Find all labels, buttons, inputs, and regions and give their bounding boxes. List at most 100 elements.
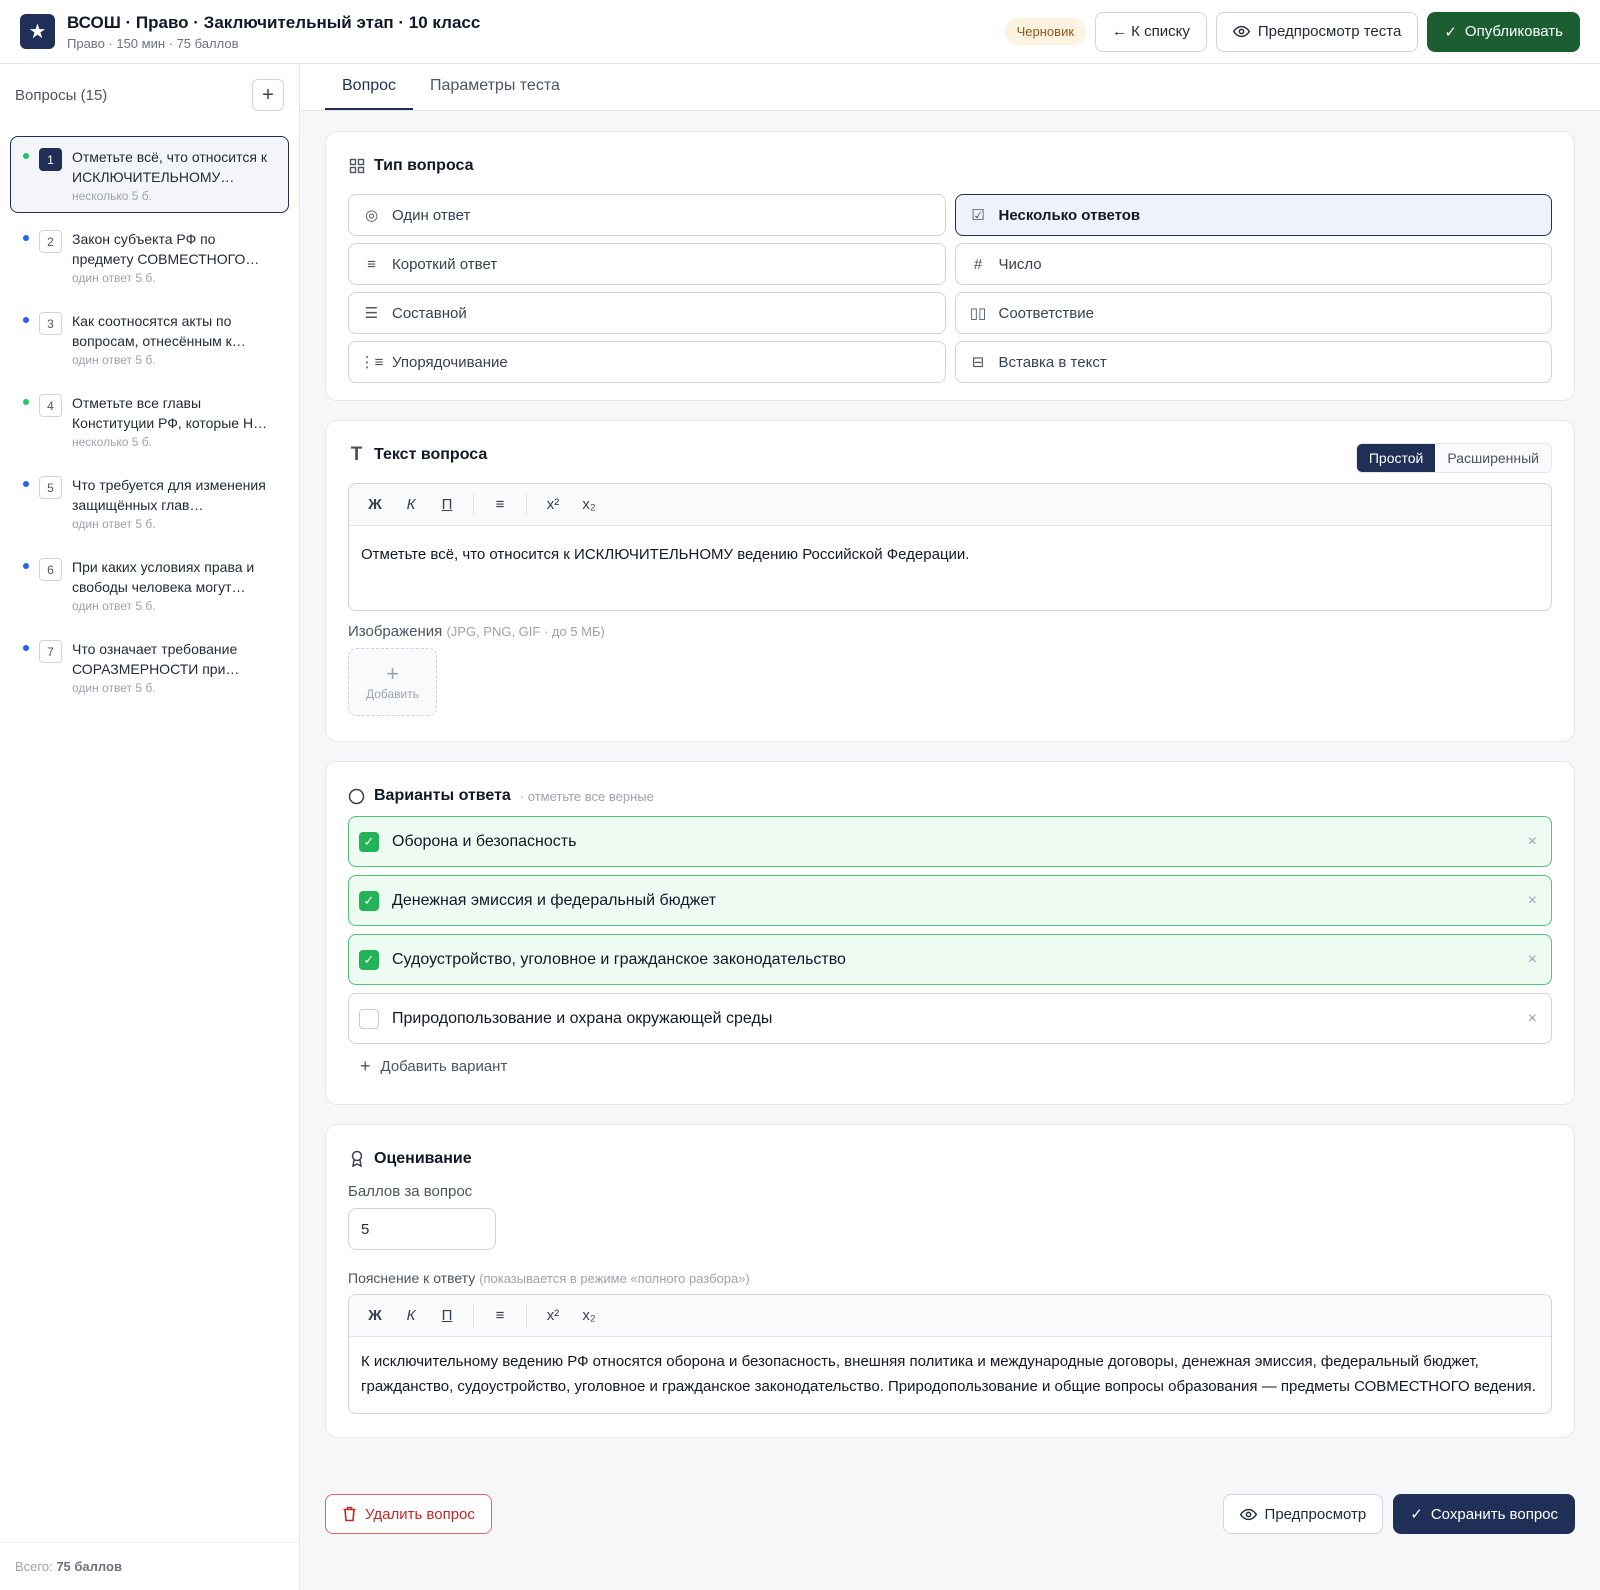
- question-type-icon: ⋮≡: [359, 354, 384, 371]
- editor-toolbar: Ж К П ≡ x² x₂: [349, 484, 1551, 526]
- question-text-content[interactable]: Отметьте всё, что относится к ИСКЛЮЧИТЕЛ…: [349, 526, 1551, 583]
- question-list-item[interactable]: 5 Что требуется для изменения защищённых …: [10, 464, 289, 541]
- superscript-button[interactable]: x²: [537, 491, 569, 519]
- question-list-item[interactable]: 4 Отметьте все главы Конституции РФ, кото…: [10, 382, 289, 459]
- footer-right-actions: Предпросмотр ✓ Сохранить вопрос: [1222, 1494, 1575, 1534]
- add-question-button[interactable]: +: [252, 79, 284, 111]
- toolbar-divider: [473, 492, 474, 517]
- sidebar-total: Всего: 75 баллов: [0, 1542, 299, 1590]
- question-type-option[interactable]: ⊟ Вставка в текст: [954, 341, 1552, 383]
- points-input[interactable]: 5: [348, 1208, 496, 1250]
- bold-button[interactable]: Ж: [359, 491, 391, 519]
- question-preview-text: Что требуется для изменения защищённых г…: [72, 477, 266, 513]
- question-type-option[interactable]: # Число: [954, 243, 1552, 285]
- explanation-content[interactable]: К исключительному ведению РФ относятся о…: [349, 1337, 1551, 1413]
- subscript-button[interactable]: x₂: [573, 1302, 605, 1330]
- images-hint: (JPG, PNG, GIF · до 5 МБ): [446, 624, 605, 639]
- answer-option-text[interactable]: Денежная эмиссия и федеральный бюджет: [392, 892, 716, 910]
- answer-option-text[interactable]: Оборона и безопасность: [392, 833, 576, 851]
- underline-button[interactable]: П: [431, 1302, 463, 1330]
- question-type-option[interactable]: ≡ Короткий ответ: [348, 243, 946, 285]
- remove-option-icon[interactable]: ×: [1528, 833, 1537, 851]
- status-dot: [23, 563, 29, 569]
- mode-simple-button[interactable]: Простой: [1356, 444, 1436, 472]
- add-image-button[interactable]: + Добавить: [348, 648, 437, 716]
- preview-test-button[interactable]: Предпросмотр теста: [1215, 11, 1419, 52]
- status-dot: [23, 399, 29, 405]
- plus-icon: +: [360, 1056, 371, 1076]
- explanation-label-text: Пояснение к ответу: [348, 1270, 476, 1286]
- question-list-item[interactable]: 7 Что означает требование СОРАЗМЕРНОСТИ п…: [10, 628, 289, 705]
- add-option-button[interactable]: + Добавить вариант: [348, 1056, 1552, 1077]
- question-meta: один ответ 5 б.: [72, 681, 156, 695]
- preview-question-label: Предпросмотр: [1264, 1505, 1367, 1523]
- eye-icon: [1232, 25, 1250, 38]
- question-type-option[interactable]: ▯▯ Соответствие: [954, 292, 1552, 334]
- question-list-item[interactable]: 6 При каких условиях права и свободы чело…: [10, 546, 289, 623]
- question-type-icon: ▯▯: [969, 305, 987, 322]
- explanation-hint: (показывается в режиме «полного разбора»…: [479, 1271, 750, 1286]
- question-list-item[interactable]: 1 Отметьте всё, что относится к ИСКЛЮЧИТЕ…: [10, 136, 289, 213]
- question-type-options: ◎ Один ответ ☑ Несколько ответов ≡ Короткий о…: [348, 194, 1552, 383]
- underline-button[interactable]: П: [431, 491, 463, 519]
- images-label: Изображения (JPG, PNG, GIF · до 5 МБ): [348, 623, 1552, 640]
- bold-button[interactable]: Ж: [359, 1302, 391, 1330]
- question-meta: один ответ 5 б.: [72, 599, 156, 613]
- question-type-card: Тип вопроса ◎ Один ответ ☑ Несколько ответо…: [325, 131, 1575, 401]
- question-list-item[interactable]: 3 Как соотносятся акты по вопросам, отнес…: [10, 300, 289, 377]
- question-type-heading: Тип вопроса: [374, 157, 474, 174]
- correct-checkbox[interactable]: ✓: [359, 949, 379, 970]
- status-badge: Черновик: [1004, 18, 1087, 45]
- question-type-icon: ◎: [364, 207, 379, 224]
- remove-option-icon[interactable]: ×: [1528, 951, 1537, 969]
- italic-button[interactable]: К: [395, 1302, 427, 1330]
- remove-option-icon[interactable]: ×: [1528, 892, 1537, 910]
- answer-option-text[interactable]: Судоустройство, уголовное и гражданское …: [392, 951, 846, 969]
- app-header: ★ ВСОШ · Право · Заключительный этап · 1…: [0, 0, 1600, 64]
- grading-title: Оценивание: [348, 1147, 1552, 1171]
- editor-tabs: Вопрос Параметры теста: [300, 64, 1600, 111]
- tab-question[interactable]: Вопрос: [325, 64, 414, 110]
- answer-option-text[interactable]: Природопользование и охрана окружающей с…: [392, 1010, 772, 1028]
- question-number: 3: [39, 312, 62, 335]
- delete-question-button[interactable]: Удалить вопрос: [325, 1494, 492, 1534]
- question-list-item[interactable]: 2 Закон субъекта РФ по предмету СОВМЕСТНО…: [10, 218, 289, 295]
- question-type-option[interactable]: ☑ Несколько ответов: [954, 194, 1552, 236]
- correct-checkbox[interactable]: ✓: [359, 831, 379, 852]
- publish-button[interactable]: ✓ Опубликовать: [1427, 11, 1580, 52]
- correct-checkbox[interactable]: [359, 1008, 379, 1029]
- eye-icon: [1239, 1508, 1257, 1520]
- list-button[interactable]: ≡: [484, 491, 516, 519]
- superscript-button[interactable]: x²: [537, 1302, 569, 1330]
- question-actions: Удалить вопрос Предпросмотр ✓ Сохранить …: [325, 1494, 1575, 1534]
- editor-toolbar: Ж К П ≡ x² x₂: [349, 1295, 1551, 1337]
- correct-checkbox[interactable]: ✓: [359, 890, 379, 911]
- points-label: Баллов за вопрос: [348, 1183, 473, 1200]
- question-type-option[interactable]: ⋮≡ Упорядочивание: [348, 341, 946, 383]
- answers-title: Варианты ответа · отметьте все верные: [348, 784, 1552, 808]
- plus-icon: +: [386, 661, 399, 686]
- question-text-card: T Текст вопроса Простой Расширенный Ж К …: [325, 420, 1575, 742]
- answers-hint: · отметьте все верные: [519, 788, 654, 804]
- back-to-list-button[interactable]: ← К списку: [1095, 11, 1207, 52]
- tab-test-settings[interactable]: Параметры теста: [413, 64, 577, 110]
- question-type-label: Число: [998, 255, 1042, 273]
- subscript-button[interactable]: x₂: [573, 491, 605, 519]
- remove-option-icon[interactable]: ×: [1528, 1010, 1537, 1028]
- questions-count-label: Вопросы (15): [15, 86, 108, 104]
- question-preview-text: Отметьте все главы Конституции РФ, котор…: [72, 395, 268, 431]
- question-type-option[interactable]: ☰ Составной: [348, 292, 946, 334]
- mode-extended-button[interactable]: Расширенный: [1435, 444, 1551, 472]
- preview-question-button[interactable]: Предпросмотр: [1222, 1494, 1384, 1534]
- question-type-label: Вставка в текст: [998, 353, 1107, 371]
- question-type-label: Один ответ: [392, 206, 471, 224]
- italic-button[interactable]: К: [395, 491, 427, 519]
- question-meta: несколько 5 б.: [72, 189, 152, 203]
- question-type-option[interactable]: ◎ Один ответ: [348, 194, 946, 236]
- question-type-icon: ☰: [364, 305, 379, 322]
- question-preview-text: Что означает требование СОРАЗМЕРНОСТИ пр…: [72, 641, 240, 677]
- toolbar-divider: [473, 1303, 474, 1328]
- save-question-button[interactable]: ✓ Сохранить вопрос: [1393, 1494, 1575, 1534]
- toolbar-divider: [526, 492, 527, 517]
- list-button[interactable]: ≡: [484, 1302, 516, 1330]
